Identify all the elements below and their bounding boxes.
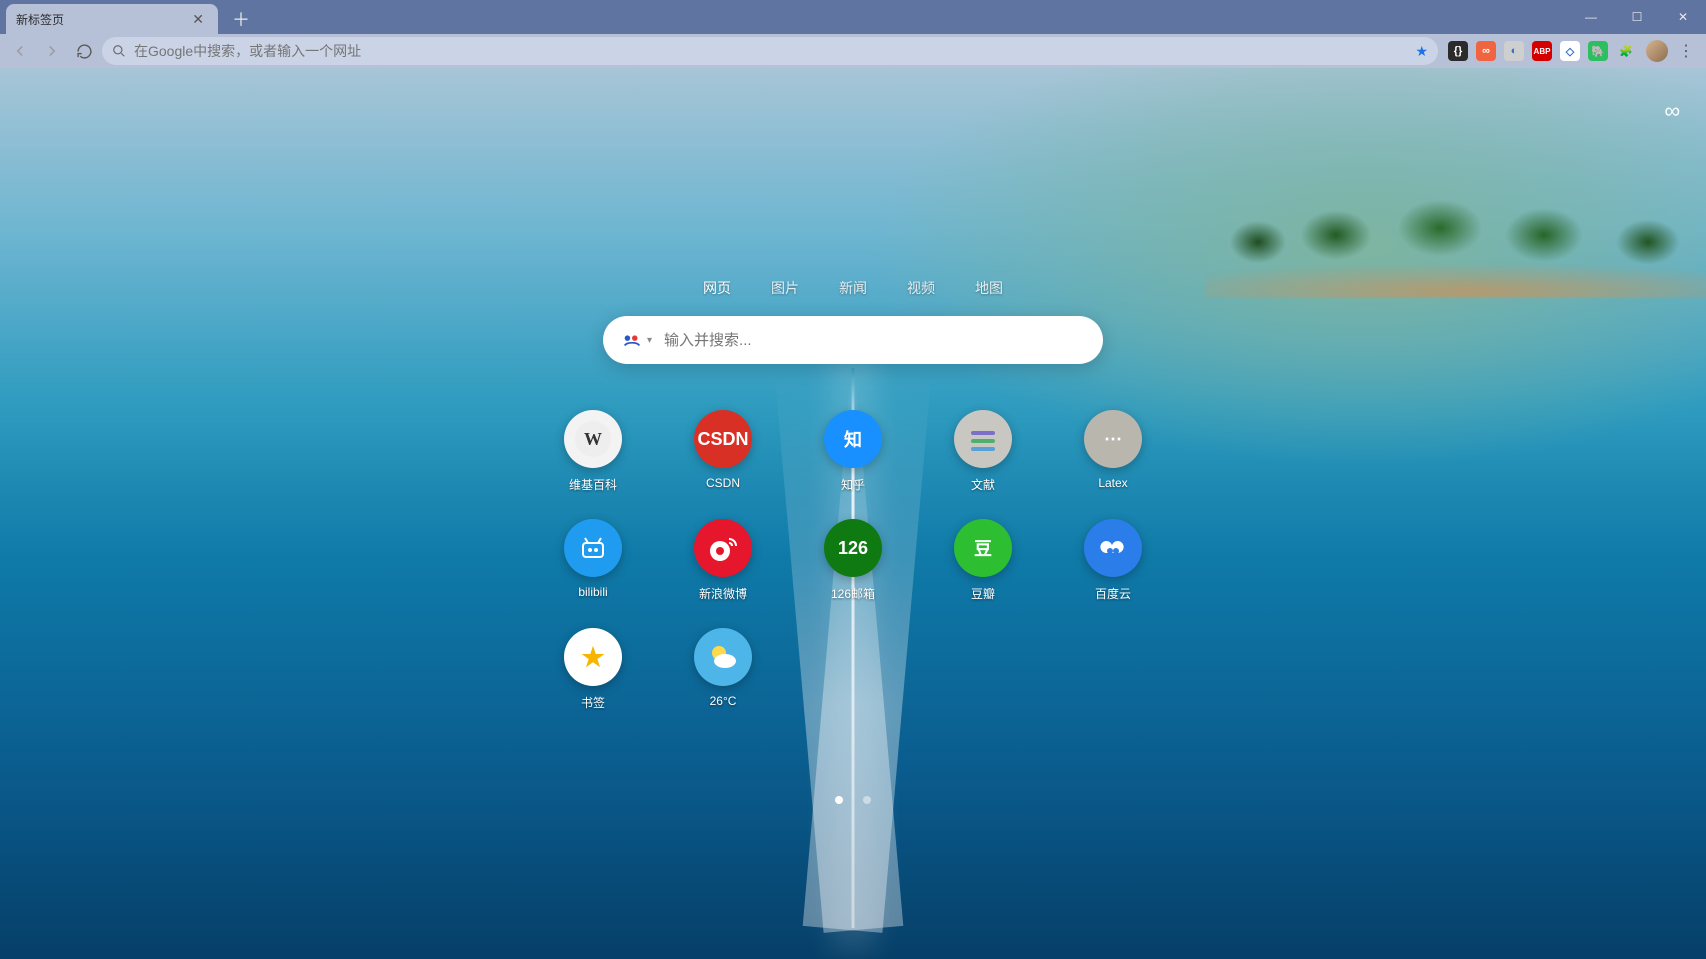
- omnibox-input[interactable]: [134, 43, 1407, 59]
- titlebar: 新标签页 ✕ ＋ — ☐ ✕: [0, 0, 1706, 34]
- tile-weibo[interactable]: 新浪微博: [673, 519, 773, 602]
- new-tab-button[interactable]: ＋: [228, 6, 254, 32]
- ext-code[interactable]: {}: [1448, 41, 1468, 61]
- reload-button[interactable]: [70, 37, 98, 65]
- tab-title: 新标签页: [16, 11, 188, 28]
- tile-csdn[interactable]: CSDN CSDN: [673, 410, 773, 493]
- tile-126mail[interactable]: 126 126邮箱: [803, 519, 903, 602]
- tile-label: Latex: [1098, 476, 1127, 490]
- tile-label: 百度云: [1095, 585, 1131, 602]
- tile-icon-bilibili: [564, 519, 622, 577]
- search-tab-网页[interactable]: 网页: [703, 278, 731, 298]
- tile-icon-weather: [694, 628, 752, 686]
- ext-puzzle[interactable]: 🧩: [1616, 41, 1636, 61]
- ext-moon[interactable]: ◐: [1504, 41, 1524, 61]
- tile-icon-latex: ⋯: [1084, 410, 1142, 468]
- window-controls: — ☐ ✕: [1568, 0, 1706, 34]
- forward-button[interactable]: [38, 37, 66, 65]
- speed-dial-grid: W维基百科CSDNCSDN知知乎文献⋯Latexbilibili新浪微博1261…: [543, 410, 1163, 711]
- tile-baiduyun[interactable]: 百度云: [1063, 519, 1163, 602]
- infinity-settings-icon[interactable]: ∞: [1664, 98, 1680, 124]
- tile-label: CSDN: [706, 476, 740, 490]
- tile-label: 文献: [971, 476, 995, 493]
- tile-icon-douban: 豆: [954, 519, 1012, 577]
- tile-icon-weibo: [694, 519, 752, 577]
- tile-icon-zhihu: 知: [824, 410, 882, 468]
- tile-weather[interactable]: 26°C: [673, 628, 773, 711]
- tile-douban[interactable]: 豆豆瓣: [933, 519, 1033, 602]
- browser-tab[interactable]: 新标签页 ✕: [6, 4, 218, 34]
- ext-infinity[interactable]: ∞: [1476, 41, 1496, 61]
- tile-label: 书签: [581, 694, 605, 711]
- search-tab-地图[interactable]: 地图: [975, 278, 1003, 298]
- tile-wikipedia[interactable]: W 维基百科: [543, 410, 643, 493]
- page-dot-0[interactable]: [835, 796, 843, 804]
- tile-latex[interactable]: ⋯ Latex: [1063, 410, 1163, 493]
- window-close-button[interactable]: ✕: [1660, 0, 1706, 34]
- center-column: 网页图片新闻视频地图 ▾ W维基百科CSDNCSDN知知乎文献⋯Latexbil…: [473, 68, 1233, 711]
- tile-icon-bookmarks: ★: [564, 628, 622, 686]
- tile-bookmarks[interactable]: ★ 书签: [543, 628, 643, 711]
- tile-label: 新浪微博: [699, 585, 747, 602]
- chrome-menu-button[interactable]: ⋮: [1672, 41, 1700, 61]
- ext-diamond[interactable]: ◇: [1560, 41, 1580, 61]
- search-input[interactable]: [664, 332, 1085, 349]
- back-button[interactable]: [6, 37, 34, 65]
- tile-icon-wenxian: [954, 410, 1012, 468]
- search-icon: [112, 44, 126, 58]
- search-box[interactable]: ▾: [603, 316, 1103, 364]
- bookmark-star-icon[interactable]: ★: [1415, 43, 1428, 60]
- tile-label: 知乎: [841, 476, 865, 493]
- wallpaper-island: [1206, 158, 1706, 298]
- tile-icon-csdn: CSDN: [694, 410, 752, 468]
- tile-label: 豆瓣: [971, 585, 995, 602]
- tile-bilibili[interactable]: bilibili: [543, 519, 643, 602]
- window-maximize-button[interactable]: ☐: [1614, 0, 1660, 34]
- tile-label: 26°C: [710, 694, 737, 708]
- page-indicator: [835, 796, 871, 804]
- search-category-tabs: 网页 图片 新闻 视频 地图: [703, 278, 1003, 298]
- svg-text:W: W: [584, 429, 602, 449]
- address-bar[interactable]: ★: [102, 37, 1438, 65]
- extension-icons: {} ∞ ◐ ABP ◇ 🐘 🧩: [1442, 41, 1642, 61]
- ext-abp[interactable]: ABP: [1532, 41, 1552, 61]
- tab-close-icon[interactable]: ✕: [188, 11, 208, 28]
- new-tab-page: ∞ 网页图片新闻视频地图 ▾ W维基百科CSDNCSDN知知乎文献⋯Latexb…: [0, 68, 1706, 959]
- tile-icon-126mail: 126: [824, 519, 882, 577]
- search-tab-新闻[interactable]: 新闻: [839, 278, 867, 298]
- tile-zhihu[interactable]: 知知乎: [803, 410, 903, 493]
- ext-evernote[interactable]: 🐘: [1588, 41, 1608, 61]
- tile-icon-wikipedia: W: [564, 410, 622, 468]
- search-tab-图片[interactable]: 图片: [771, 278, 799, 298]
- search-tab-视频[interactable]: 视频: [907, 278, 935, 298]
- tile-label: bilibili: [578, 585, 607, 599]
- tile-label: 126邮箱: [831, 585, 875, 602]
- engine-selector-caret-icon[interactable]: ▾: [647, 335, 652, 346]
- search-engine-icon[interactable]: [621, 329, 643, 351]
- profile-avatar[interactable]: [1646, 40, 1668, 62]
- tile-icon-baiduyun: [1084, 519, 1142, 577]
- page-dot-1[interactable]: [863, 796, 871, 804]
- tile-label: 维基百科: [569, 476, 617, 493]
- tile-wenxian[interactable]: 文献: [933, 410, 1033, 493]
- window-minimize-button[interactable]: —: [1568, 0, 1614, 34]
- toolbar: ★ {} ∞ ◐ ABP ◇ 🐘 🧩 ⋮: [0, 34, 1706, 68]
